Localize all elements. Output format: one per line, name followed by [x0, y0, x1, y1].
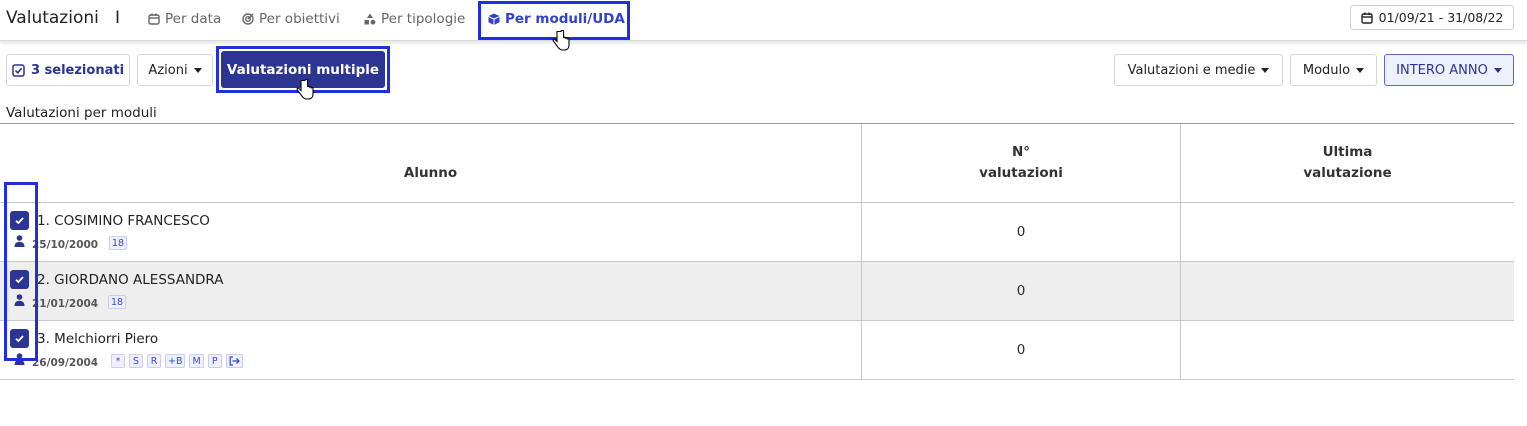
column-header-ultima-valutazione[interactable]: Ultima valutazione	[1180, 123, 1514, 203]
student-badges: 18	[109, 236, 128, 250]
hand-cursor-icon	[296, 79, 314, 100]
table-row[interactable]: 1. COSIMINO FRANCESCO 25/10/2000 18 0	[0, 202, 1514, 262]
exit-icon	[229, 356, 240, 366]
tab-label: Per data	[165, 11, 222, 27]
valutazioni-count: 0	[861, 261, 1181, 321]
valutazioni-medie-dropdown[interactable]: Valutazioni e medie	[1114, 54, 1283, 86]
tab-per-tipologie[interactable]: Per tipologie	[364, 11, 465, 27]
selected-count-button[interactable]: 3 selezionati	[6, 54, 130, 86]
valutazioni-count: 0	[861, 202, 1181, 262]
last-valutazione	[1180, 320, 1514, 380]
r-badge: R	[147, 354, 161, 368]
table-header-row: Alunno N° valutazioni Ultima valutazione	[0, 123, 1514, 203]
tab-per-obiettivi[interactable]: Per obiettivi	[242, 11, 340, 27]
students-table: Alunno N° valutazioni Ultima valutazione…	[0, 123, 1514, 380]
title-separator: I	[115, 8, 121, 28]
exit-badge	[225, 354, 243, 368]
period-dropdown[interactable]: INTERO ANNO	[1384, 54, 1514, 86]
calendar-icon	[148, 13, 160, 25]
page-title: Valutazioni	[6, 8, 99, 28]
student-cell: 1. COSIMINO FRANCESCO 25/10/2000 18	[0, 202, 862, 262]
age-badge: 18	[109, 236, 128, 250]
selected-count-label: 3 selezionati	[30, 62, 125, 78]
modulo-dropdown[interactable]: Modulo	[1290, 54, 1377, 86]
table-row[interactable]: 2. GIORDANO ALESSANDRA 21/01/2004 18 0	[0, 261, 1514, 321]
valutazioni-count: 0	[861, 320, 1181, 380]
target-icon	[242, 13, 254, 25]
top-bar: Valutazioni I Per data Per obiettivi Per…	[0, 0, 1527, 41]
checkbox-column-highlight	[4, 182, 38, 361]
section-title: Valutazioni per moduli	[6, 105, 157, 121]
student-name[interactable]: 1. COSIMINO FRANCESCO	[37, 213, 210, 229]
caret-down-icon	[193, 67, 202, 73]
student-badges: * S R +B M P	[111, 354, 243, 368]
p-badge: P	[207, 354, 222, 368]
tab-label: Per obiettivi	[259, 11, 340, 27]
student-cell: 3. Melchiorri Piero 26/09/2004 * S R +B …	[0, 320, 862, 380]
caret-down-icon	[1493, 67, 1502, 73]
column-header-alunno[interactable]: Alunno	[0, 123, 862, 203]
date-range-button[interactable]: 01/09/21 - 31/08/22	[1350, 5, 1514, 30]
table-row[interactable]: 3. Melchiorri Piero 26/09/2004 * S R +B …	[0, 320, 1514, 380]
caret-down-icon	[1261, 67, 1270, 73]
student-name[interactable]: 3. Melchiorri Piero	[37, 331, 158, 347]
date-range-label: 01/09/21 - 31/08/22	[1378, 10, 1504, 25]
student-birthdate: 21/01/2004	[32, 298, 99, 310]
caret-down-icon	[1356, 67, 1365, 73]
period-label: INTERO ANNO	[1396, 62, 1488, 78]
valutazioni-medie-label: Valutazioni e medie	[1127, 62, 1256, 78]
actions-dropdown[interactable]: Azioni	[137, 54, 213, 86]
last-valutazione	[1180, 261, 1514, 321]
plus-b-badge: +B	[165, 354, 186, 368]
last-valutazione	[1180, 202, 1514, 262]
star-badge: *	[111, 354, 125, 368]
actions-label: Azioni	[148, 62, 188, 78]
tab-label: Per tipologie	[381, 11, 466, 27]
modulo-label: Modulo	[1302, 62, 1351, 78]
student-birthdate: 26/09/2004	[32, 357, 99, 369]
student-name[interactable]: 2. GIORDANO ALESSANDRA	[37, 272, 224, 288]
hand-cursor-icon	[552, 30, 570, 51]
student-birthdate: 25/10/2000	[32, 239, 99, 251]
shapes-icon	[364, 13, 376, 25]
column-header-n-valutazioni[interactable]: N° valutazioni	[861, 123, 1181, 203]
m-badge: M	[189, 354, 204, 368]
checkbox-checked-icon	[12, 63, 25, 77]
age-badge: 18	[108, 295, 127, 309]
s-badge: S	[129, 354, 143, 368]
calendar-icon	[1360, 12, 1373, 24]
student-badges: 18	[108, 295, 127, 309]
tab-per-data[interactable]: Per data	[148, 11, 221, 27]
student-cell: 2. GIORDANO ALESSANDRA 21/01/2004 18	[0, 261, 862, 321]
